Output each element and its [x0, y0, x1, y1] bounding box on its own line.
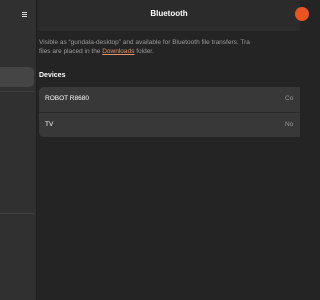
visibility-description: Visible as “gundala-desktop” and availab…: [39, 38, 299, 56]
devices-heading: Devices: [39, 72, 66, 79]
window-title: Bluetooth: [150, 9, 188, 18]
sidebar-header: [0, 0, 37, 31]
description-prefix: files are placed in the: [39, 48, 103, 55]
description-suffix: folder.: [134, 48, 154, 55]
menu-icon[interactable]: [21, 10, 31, 19]
close-button[interactable]: [295, 7, 309, 21]
device-row[interactable]: ROBOT R8680 Co: [39, 87, 300, 112]
description-line-2: files are placed in the Downloads folder…: [39, 47, 299, 56]
device-name: ROBOT R8680: [45, 95, 89, 102]
sidebar-divider: [0, 91, 34, 92]
settings-sidebar: [0, 0, 37, 300]
device-status: Co: [285, 95, 294, 102]
downloads-link[interactable]: Downloads: [102, 48, 134, 55]
device-status: No: [285, 121, 294, 128]
sidebar-divider: [0, 213, 34, 214]
device-row[interactable]: TV No: [39, 112, 300, 137]
device-name: TV: [45, 121, 54, 128]
description-line-1: Visible as “gundala-desktop” and availab…: [39, 39, 250, 46]
sidebar-item-bluetooth[interactable]: [0, 67, 34, 87]
devices-list: ROBOT R8680 Co TV No: [39, 87, 300, 137]
header-bar: Bluetooth: [38, 0, 309, 31]
